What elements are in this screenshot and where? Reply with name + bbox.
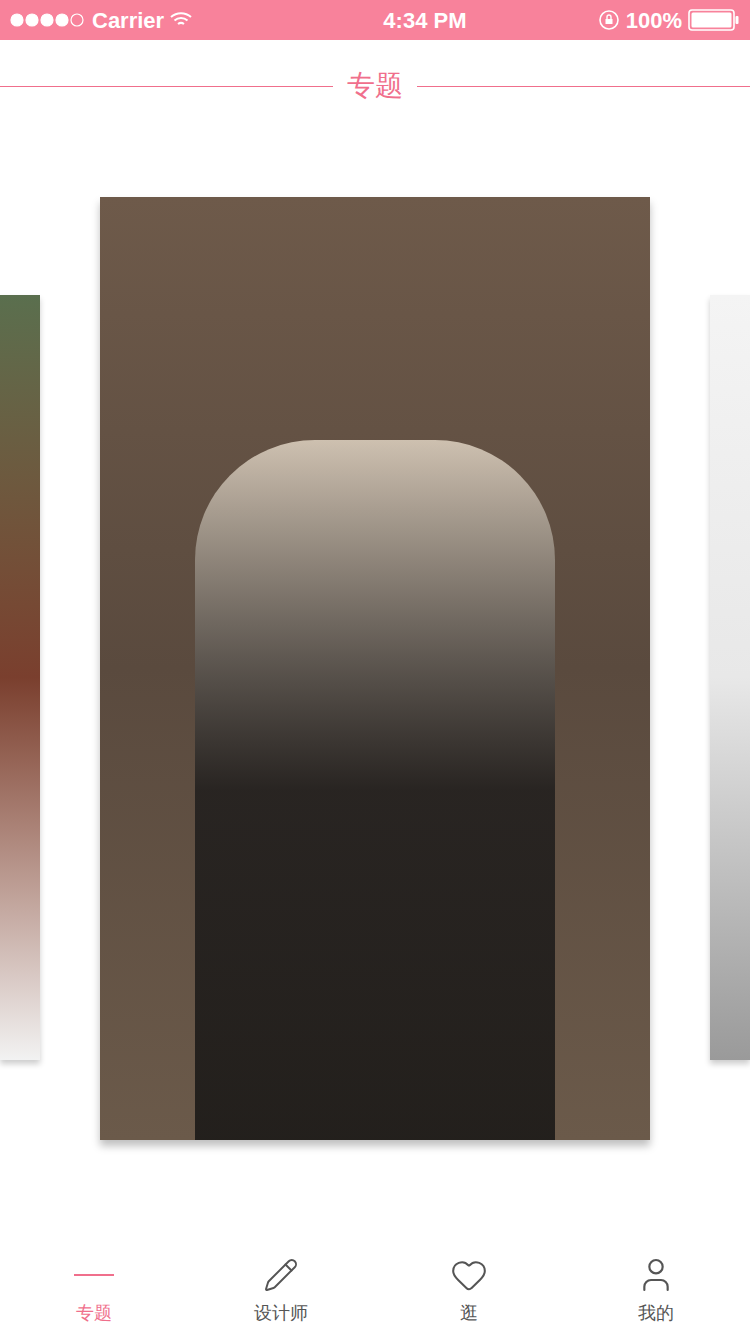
user-icon	[636, 1255, 676, 1295]
tab-item[interactable]: 逛	[375, 1236, 563, 1334]
app: Carrier4:34 PM100%专题专题设计师逛我的	[0, 0, 750, 1334]
tab-bar: 专题 设计师 逛 我的	[0, 1236, 750, 1334]
carrier: Carrier	[92, 4, 164, 37]
carousel[interactable]	[0, 130, 750, 1236]
battery-icon	[688, 9, 740, 31]
tab-label: 逛	[460, 1302, 478, 1324]
side-card[interactable]	[710, 295, 750, 1060]
tab-item[interactable]: 我的	[563, 1236, 750, 1334]
header-title: 专题	[333, 68, 417, 104]
signal-icon	[10, 13, 86, 27]
tab-item[interactable]: 设计师	[188, 1236, 376, 1334]
status-bar: Carrier 4:34 PM 100%	[0, 0, 750, 40]
heart-icon	[450, 1256, 488, 1294]
tab-label: 专题	[76, 1302, 112, 1324]
wifi-icon	[170, 12, 192, 28]
rotation-lock-icon	[598, 9, 620, 31]
topic-icon	[72, 1257, 116, 1293]
battery-percent: 100%	[626, 4, 682, 37]
tab-item[interactable]: 专题	[0, 1236, 188, 1334]
pencil-icon	[263, 1257, 299, 1293]
topic-card-photo[interactable]	[100, 197, 650, 1140]
side-card[interactable]	[0, 295, 40, 1060]
tab-label: 我的	[638, 1302, 674, 1324]
tab-label: 设计师	[254, 1302, 308, 1324]
header: 专题	[0, 40, 750, 130]
time: 4:34 PM	[323, 4, 466, 37]
